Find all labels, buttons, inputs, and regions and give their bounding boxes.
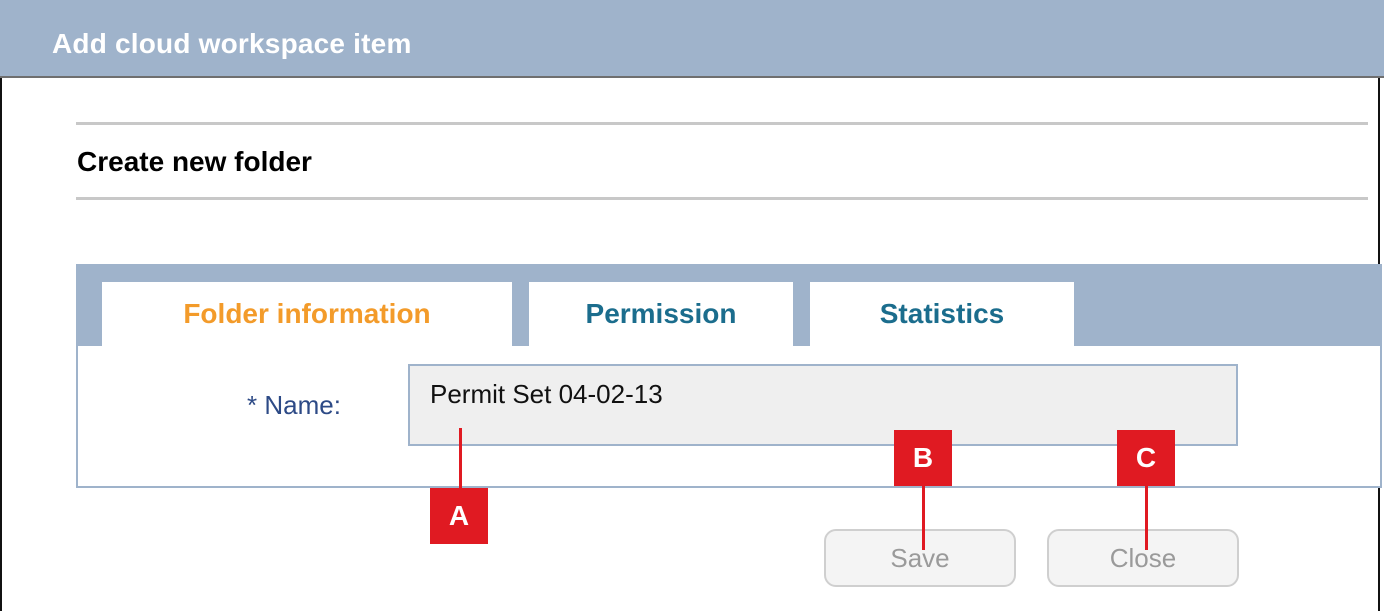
- tab-folder-information[interactable]: Folder information: [102, 282, 512, 346]
- callout-a-badge: A: [430, 488, 488, 544]
- name-field-label: * Name:: [247, 390, 341, 420]
- callout-c-line: [1145, 486, 1148, 550]
- dialog-title: Add cloud workspace item: [52, 28, 412, 59]
- save-button[interactable]: Save: [824, 529, 1016, 587]
- callout-a-line: [459, 428, 462, 488]
- callout-b-line: [922, 486, 925, 550]
- section-title: Create new folder: [77, 146, 312, 177]
- dialog-title-bar: Add cloud workspace item: [0, 0, 1384, 78]
- tab-statistics[interactable]: Statistics: [810, 282, 1074, 346]
- divider-bottom: [76, 197, 1368, 200]
- tab-permission[interactable]: Permission: [529, 282, 793, 346]
- callout-c-badge: C: [1117, 430, 1175, 486]
- divider-top: [76, 122, 1368, 125]
- tab-strip: Folder information Permission Statistics: [78, 266, 1380, 346]
- callout-b-badge: B: [894, 430, 952, 486]
- close-button[interactable]: Close: [1047, 529, 1239, 587]
- name-input[interactable]: [408, 364, 1238, 446]
